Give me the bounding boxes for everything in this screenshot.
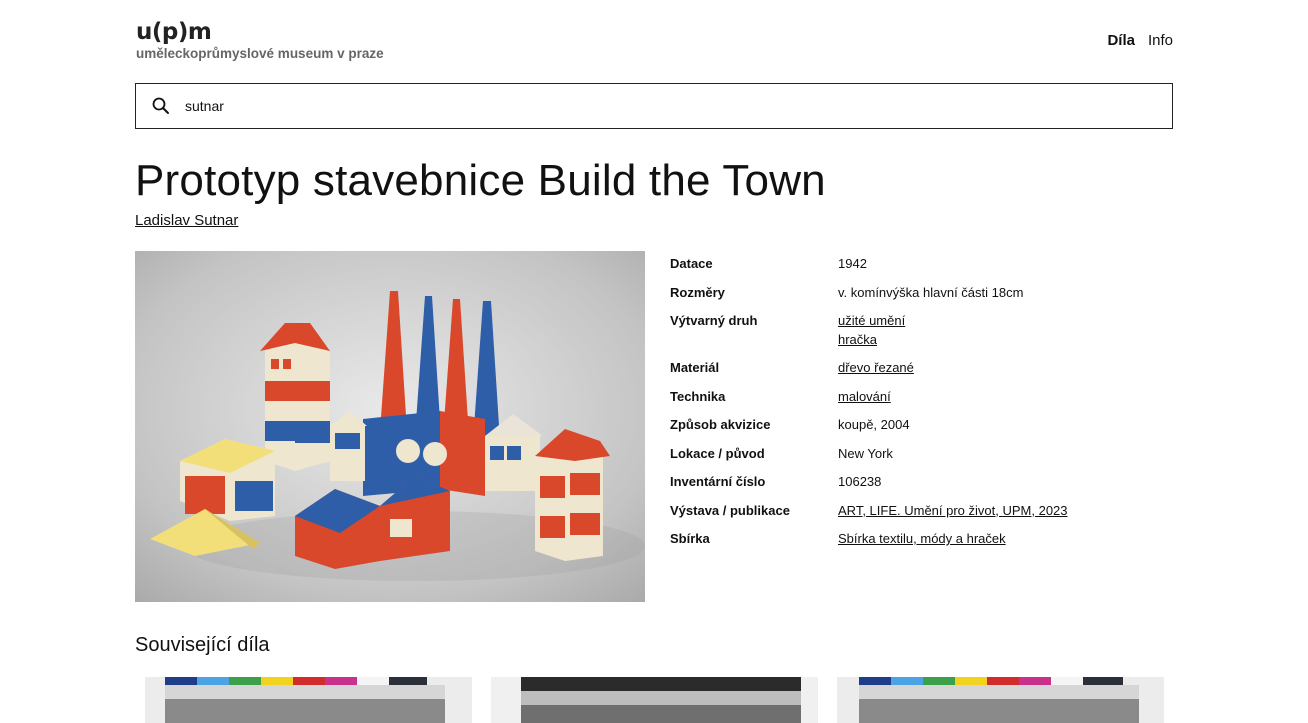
related-thumbnail-3[interactable]	[837, 677, 1164, 723]
metadata-value-link[interactable]: Sbírka textilu, módy a hraček	[838, 530, 1173, 549]
metadata-row: Výstava / publikace ART, LIFE. Umění pro …	[670, 502, 1173, 521]
search-box[interactable]	[135, 83, 1173, 129]
metadata-row: Datace 1942	[670, 255, 1173, 274]
author-link[interactable]: Ladislav Sutnar	[135, 212, 238, 229]
metadata-value-link[interactable]: užité umění	[838, 312, 1173, 331]
main-nav: Díla Info	[1107, 32, 1173, 49]
metadata-value-text: 106238	[838, 474, 882, 489]
metadata-row: Způsob akvizice koupě, 2004	[670, 416, 1173, 435]
metadata-value-link[interactable]: malování	[838, 388, 1173, 407]
related-thumbnail-1[interactable]	[145, 677, 472, 723]
metadata-row: Technika malování	[670, 388, 1173, 407]
metadata-label: Lokace / původ	[670, 445, 765, 461]
metadata-value: Sbírka textilu, módy a hraček	[838, 530, 1173, 549]
metadata-label: Rozměry	[670, 284, 725, 300]
metadata-value-text: koupě, 2004	[838, 417, 910, 432]
metadata-value-text: 1942	[838, 256, 867, 271]
metadata-value-link[interactable]: hračka	[838, 331, 1173, 350]
metadata-value: užité umění hračka	[838, 312, 1173, 349]
metadata-row: Výtvarný druh užité umění hračka	[670, 312, 1173, 349]
metadata-value-text: New York	[838, 445, 893, 461]
search-input[interactable]	[185, 98, 1085, 114]
metadata-value: koupě, 2004	[838, 416, 1173, 435]
metadata-value: malování	[838, 388, 1173, 407]
metadata-label: Inventární číslo	[670, 474, 766, 489]
nav-info[interactable]: Info	[1148, 32, 1173, 49]
metadata-value: New York	[838, 445, 1173, 464]
artwork-image[interactable]	[135, 251, 645, 602]
metadata-value: dřevo řezané	[838, 359, 1173, 378]
metadata-value: ART, LIFE. Umění pro život, UPM, 2023	[838, 502, 1173, 521]
logo-mark: u(p)m	[136, 19, 212, 45]
metadata-value-link[interactable]: ART, LIFE. Umění pro život, UPM, 2023	[838, 502, 1173, 521]
metadata-label: Způsob akvizice	[670, 417, 771, 432]
metadata-row: Sbírka Sbírka textilu, módy a hraček	[670, 530, 1173, 549]
related-thumbnail-2[interactable]	[491, 677, 818, 723]
metadata-row: Rozměry v. komínvýška hlavní části 18cm	[670, 284, 1173, 303]
metadata-row: Lokace / původ New York	[670, 445, 1173, 464]
metadata-value: 1942	[838, 255, 1173, 274]
metadata-row: Inventární číslo 106238	[670, 473, 1173, 492]
metadata-table: Datace 1942 Rozměry v. komínvýška hlavní čá…	[670, 255, 1173, 559]
museum-logo[interactable]: u(p)m uměleckoprůmyslové museum v praze	[136, 20, 384, 61]
search-icon[interactable]	[152, 97, 170, 115]
metadata-label: Výstava / publikace	[670, 502, 790, 518]
metadata-value-text: v. komínvýška hlavní části 18cm	[838, 284, 1024, 300]
related-heading: Související díla	[135, 634, 270, 656]
metadata-label: Materiál	[670, 360, 720, 375]
metadata-row: Materiál dřevo řezané	[670, 359, 1173, 378]
logo-subtitle: uměleckoprůmyslové museum v praze	[136, 46, 384, 61]
metadata-value: v. komínvýška hlavní části 18cm	[838, 284, 1173, 303]
nav-dila[interactable]: Díla	[1107, 32, 1135, 49]
metadata-label: Datace	[670, 256, 713, 271]
metadata-label: Technika	[670, 388, 726, 404]
metadata-value-link[interactable]: dřevo řezané	[838, 359, 1173, 378]
metadata-value: 106238	[838, 473, 1173, 492]
metadata-label: Sbírka	[670, 531, 710, 546]
page-title: Prototyp stavebnice Build the Town	[135, 156, 826, 205]
metadata-label: Výtvarný druh	[670, 313, 758, 328]
